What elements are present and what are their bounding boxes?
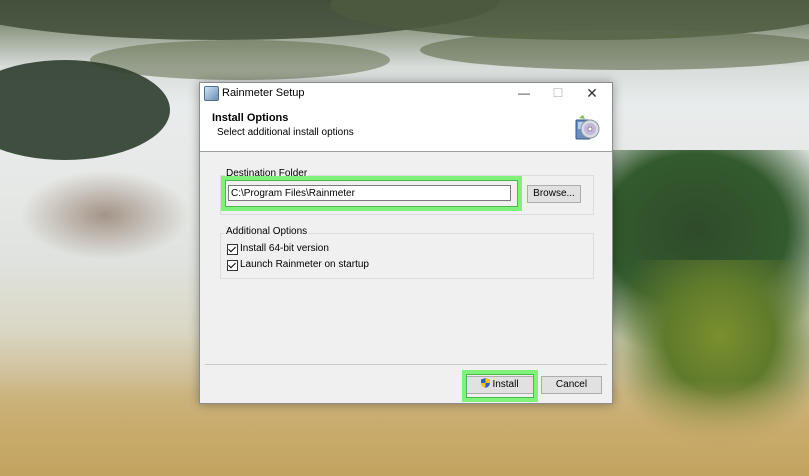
uac-shield-icon — [481, 378, 491, 388]
checkbox-checked-icon[interactable] — [227, 244, 238, 255]
page-title: Install Options — [212, 112, 289, 124]
setup-dialog: Rainmeter Setup — ☐ ✕ Install Options Se… — [199, 82, 613, 404]
cancel-button[interactable]: Cancel — [541, 376, 602, 394]
install-64bit-label: Install 64-bit version — [240, 243, 329, 254]
maximize-button[interactable]: ☐ — [542, 83, 574, 104]
browse-button[interactable]: Browse... — [527, 185, 581, 203]
destination-path-input[interactable] — [228, 185, 511, 201]
footer-divider — [205, 364, 607, 365]
close-button[interactable]: ✕ — [576, 83, 608, 104]
additional-options-group: Additional Options Install 64-bit versio… — [220, 226, 594, 279]
launch-on-startup-label: Launch Rainmeter on startup — [240, 259, 369, 270]
page-subtitle: Select additional install options — [217, 127, 354, 138]
install-button[interactable]: Install — [466, 376, 534, 394]
window-title: Rainmeter Setup — [222, 87, 305, 99]
checkbox-checked-icon[interactable] — [227, 260, 238, 271]
install-button-label: Install — [492, 379, 519, 390]
additional-options-label: Additional Options — [225, 226, 309, 237]
destination-folder-group: Destination Folder Browse... — [220, 168, 594, 215]
title-bar[interactable]: Rainmeter Setup — ☐ ✕ — [200, 83, 612, 104]
app-icon — [204, 86, 219, 101]
destination-folder-label: Destination Folder — [225, 168, 309, 179]
installer-disc-icon — [575, 115, 600, 140]
background-village — [20, 170, 190, 260]
minimize-button[interactable]: — — [508, 83, 540, 104]
dialog-header: Install Options Select additional instal… — [200, 104, 612, 152]
background-hill — [420, 30, 809, 70]
